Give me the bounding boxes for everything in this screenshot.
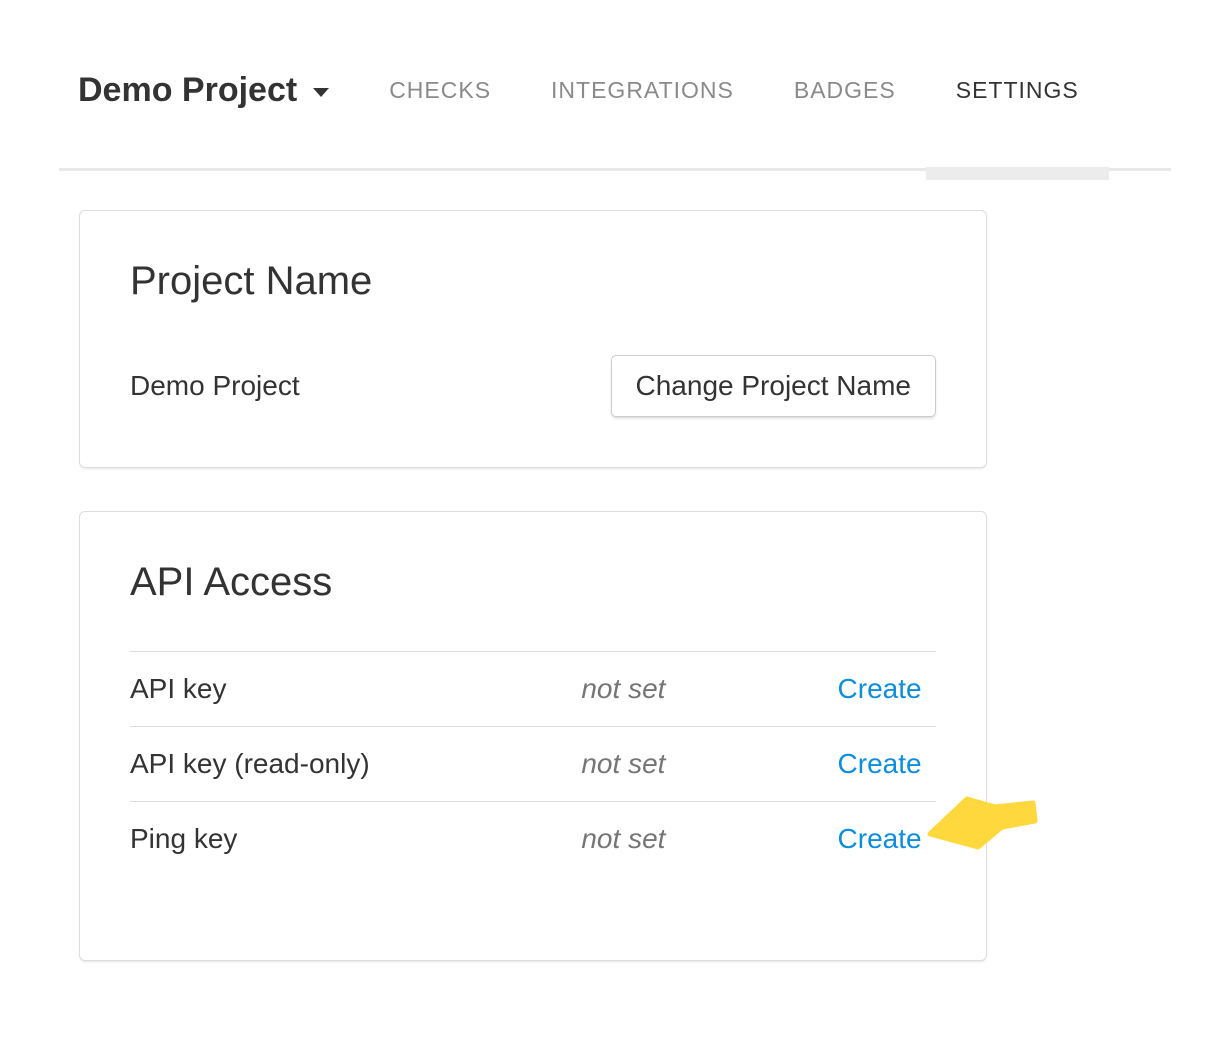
table-row-ping-key: Ping key not set Create <box>130 801 936 876</box>
tab-label: CHECKS <box>389 77 491 104</box>
api-access-card-title: API Access <box>130 560 936 604</box>
project-name-card-title: Project Name <box>130 259 936 303</box>
api-key-label: API key <box>130 673 581 705</box>
table-row-api-key: API key not set Create <box>130 651 936 726</box>
tab-badges[interactable]: BADGES <box>764 12 926 168</box>
project-name-card: Project Name Demo Project Change Project… <box>79 210 987 468</box>
create-api-key-link[interactable]: Create <box>838 673 922 704</box>
api-key-readonly-label: API key (read-only) <box>130 748 581 780</box>
project-header: Demo Project CHECKS INTEGRATIONS BADGES … <box>59 0 1171 171</box>
api-keys-table: API key not set Create API key (read-onl… <box>130 651 936 876</box>
tab-integrations[interactable]: INTEGRATIONS <box>521 12 764 168</box>
api-key-value: not set <box>581 673 823 705</box>
ping-key-label: Ping key <box>130 823 581 855</box>
settings-content: Project Name Demo Project Change Project… <box>79 210 987 961</box>
table-row-api-key-readonly: API key (read-only) not set Create <box>130 726 936 801</box>
tab-label: SETTINGS <box>956 77 1079 104</box>
change-project-name-button[interactable]: Change Project Name <box>611 355 936 417</box>
tab-bar: CHECKS INTEGRATIONS BADGES SETTINGS <box>359 12 1109 168</box>
tab-checks[interactable]: CHECKS <box>359 12 521 168</box>
create-ping-key-link[interactable]: Create <box>838 823 922 854</box>
api-access-card: API Access API key not set Create API ke… <box>79 511 987 961</box>
create-api-key-readonly-link[interactable]: Create <box>838 748 922 779</box>
project-title: Demo Project <box>78 71 297 110</box>
tab-settings[interactable]: SETTINGS <box>926 12 1109 168</box>
api-key-readonly-value: not set <box>581 748 823 780</box>
tab-label: INTEGRATIONS <box>551 77 734 104</box>
current-project-name: Demo Project <box>130 370 300 402</box>
tab-label: BADGES <box>794 77 896 104</box>
ping-key-value: not set <box>581 823 823 855</box>
project-name-row: Demo Project Change Project Name <box>130 355 936 417</box>
caret-down-icon <box>313 88 329 97</box>
project-switcher[interactable]: Demo Project <box>78 12 329 168</box>
